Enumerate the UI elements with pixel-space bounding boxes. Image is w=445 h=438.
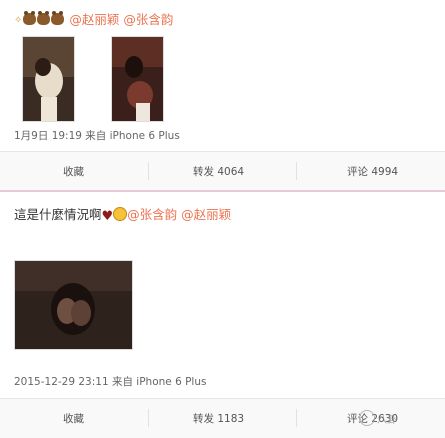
bear-emoji-icon: [51, 11, 65, 25]
watermark: 八卦: [359, 410, 439, 430]
wechat-logo-icon: [359, 410, 375, 426]
favorite-button[interactable]: 收藏: [63, 164, 84, 179]
comment-button[interactable]: 评论 4994: [347, 164, 398, 179]
post-text-body: 這是什麼情況啊: [14, 207, 102, 222]
post-image[interactable]: [111, 36, 164, 122]
sparkle-icon: ✧: [14, 15, 23, 26]
divider: [296, 409, 297, 427]
mention-link[interactable]: @赵丽颖 @张含韵: [69, 12, 173, 27]
post-image[interactable]: [14, 260, 133, 350]
smile-emoji-icon: [113, 207, 128, 221]
bear-emoji-icon: [23, 11, 37, 25]
repost-button[interactable]: 转发 4064: [193, 164, 244, 179]
photo-thumbnail: [112, 37, 163, 121]
photo-thumbnail: [15, 261, 132, 349]
post-image[interactable]: [22, 36, 75, 122]
divider: [148, 162, 149, 180]
post-action-bar: 收藏 转发 1183 评论 2630 八卦: [0, 398, 445, 438]
divider: [296, 162, 297, 180]
divider: [148, 409, 149, 427]
photo-thumbnail: [23, 37, 74, 121]
bear-emoji-icon: [37, 11, 51, 25]
weibo-post: ✧ @赵丽颖 @张含韵 1月9日 19:19 来自 iPhone 6 Plus: [0, 0, 445, 151]
favorite-button[interactable]: 收藏: [63, 411, 84, 426]
heart-emoji-icon: ♥: [101, 209, 114, 224]
mention-link[interactable]: @张含韵 @赵丽颖: [127, 207, 231, 222]
post-text: ✧ @赵丽颖 @张含韵: [14, 9, 173, 28]
post-meta: 2015-12-29 23:11 来自 iPhone 6 Plus: [14, 376, 207, 388]
post-action-bar: 收藏 转发 4064 评论 4994: [0, 151, 445, 190]
watermark-text: 八卦: [377, 415, 397, 426]
repost-button[interactable]: 转发 1183: [193, 411, 244, 426]
post-text: 這是什麼情況啊♥ @张含韵 @赵丽颖: [14, 204, 231, 224]
post-meta: 1月9日 19:19 来自 iPhone 6 Plus: [14, 130, 180, 142]
weibo-post: 這是什麼情況啊♥ @张含韵 @赵丽颖 2015-12-29 23:11 来自 iP…: [0, 192, 445, 398]
